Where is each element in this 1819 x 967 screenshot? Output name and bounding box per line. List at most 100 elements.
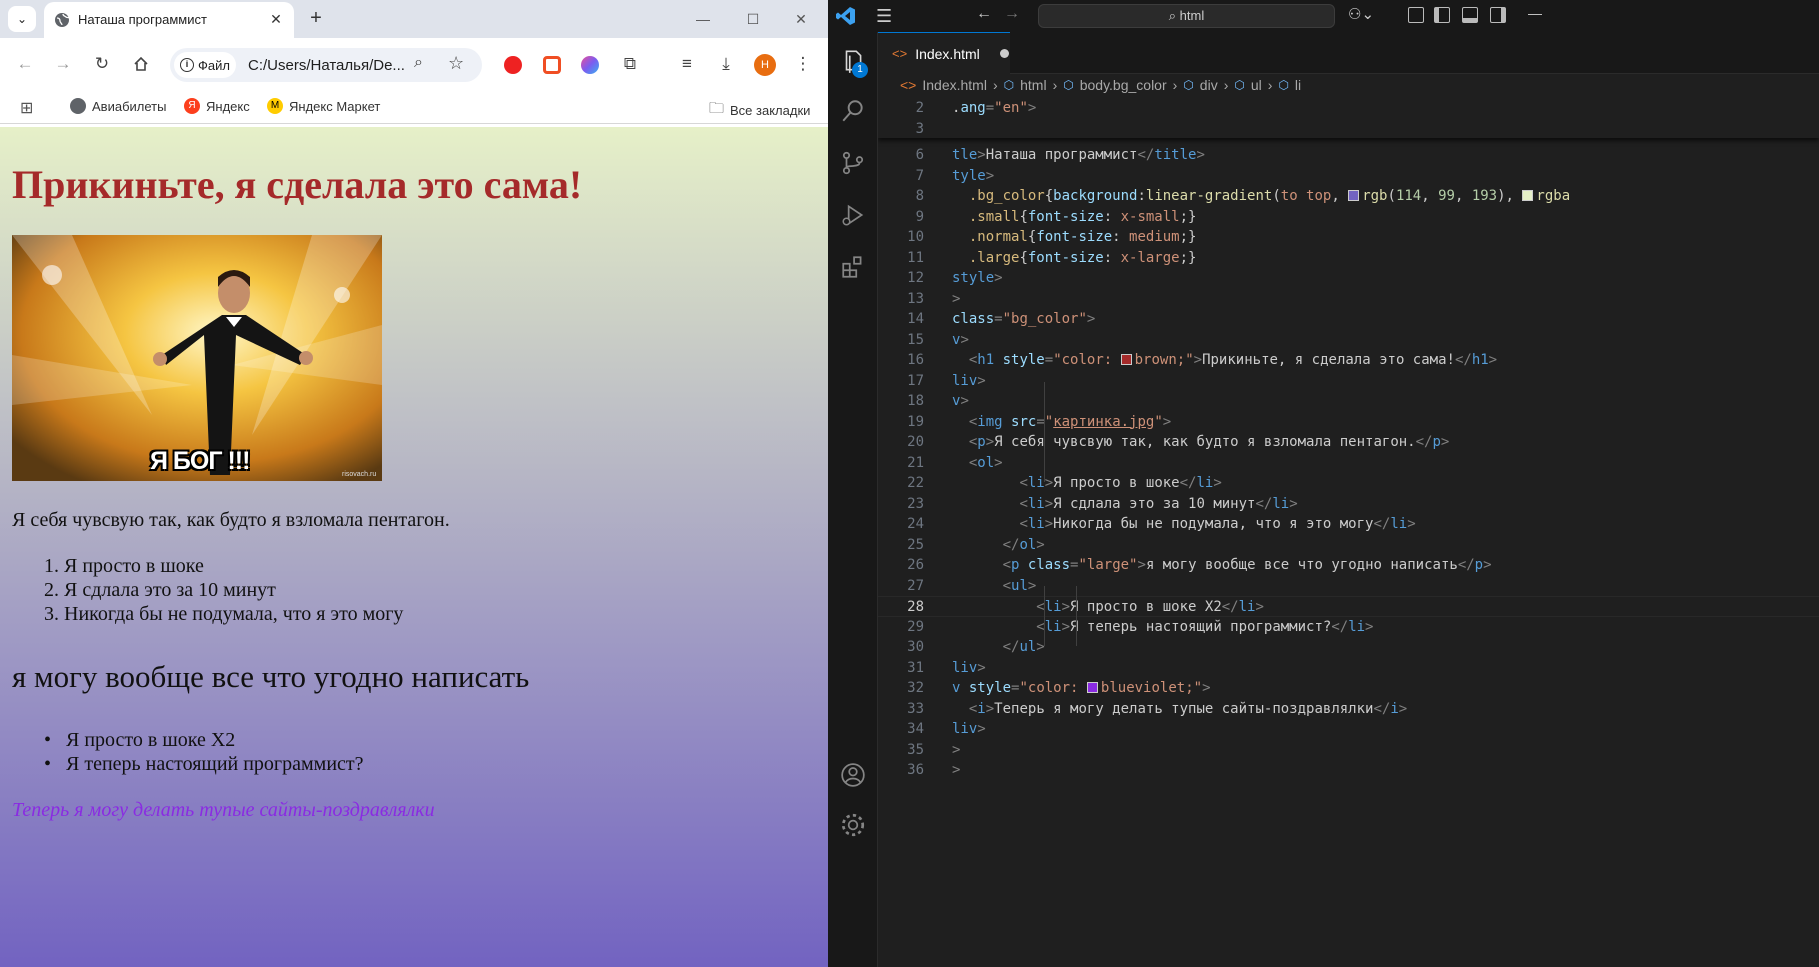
zoom-icon[interactable]: ⌕ <box>414 54 423 72</box>
code-line[interactable]: 26 <p class="large">я могу вообще все чт… <box>878 555 1819 576</box>
breadcrumb: <> Index.html › ⬡ html › ⬡ body.bg_color › ⬡ d… <box>900 77 1302 93</box>
code-line[interactable]: 25 </ol> <box>878 535 1819 556</box>
nav-forward-icon[interactable]: → <box>1004 5 1020 23</box>
code-line[interactable]: 33 <i>Теперь я могу делать тупые сайты-п… <box>878 699 1819 720</box>
code-line[interactable]: 31 liv> <box>878 658 1819 679</box>
code-line[interactable]: 13 > <box>878 289 1819 310</box>
code-line[interactable]: 27 <ul> <box>878 576 1819 597</box>
line-number: 13 <box>907 290 924 307</box>
forward-button[interactable]: → <box>49 50 77 78</box>
minimize-icon[interactable]: — <box>1528 5 1542 21</box>
code-line[interactable]: 30 </ul> <box>878 637 1819 658</box>
code-line[interactable]: 12 style> <box>878 268 1819 289</box>
browser-menu-button[interactable]: ⋮ <box>789 50 817 78</box>
code-line[interactable]: 11 .large{font-size: x-large;} <box>878 248 1819 269</box>
breadcrumb-item[interactable]: body.bg_color <box>1080 77 1167 93</box>
home-button[interactable] <box>127 50 155 78</box>
code-line[interactable]: 19 <img src="картинка.jpg"> <box>878 412 1819 433</box>
copilot-icon[interactable]: ⚇⌄ <box>1348 5 1374 23</box>
code-line[interactable]: 16 <h1 style="color: brown;">Прикиньте, … <box>878 350 1819 371</box>
close-window-button[interactable]: ✕ <box>786 8 816 30</box>
menu-icon[interactable]: ☰ <box>876 6 892 27</box>
code-line[interactable]: 17 liv> <box>878 371 1819 392</box>
minimize-button[interactable]: — <box>688 8 718 30</box>
code-line[interactable]: 34 liv> <box>878 719 1819 740</box>
apps-button[interactable]: ⊞ <box>20 98 33 118</box>
command-center-search[interactable]: ⌕ html <box>1038 4 1335 28</box>
code-line[interactable]: 24 <li>Никогда бы не подумала, что я это… <box>878 514 1819 535</box>
breadcrumb-item[interactable]: div <box>1200 77 1218 93</box>
search-icon[interactable] <box>840 98 866 124</box>
brain-extension-icon[interactable] <box>581 56 599 74</box>
code-line[interactable]: 32 v style="color: blueviolet;"> <box>878 678 1819 699</box>
code-line[interactable]: 15 v> <box>878 330 1819 351</box>
line-number: 36 <box>907 762 924 778</box>
line-number: 33 <box>907 700 924 717</box>
breadcrumb-item[interactable]: html <box>1020 77 1046 93</box>
customize-layout-icon[interactable] <box>1408 7 1424 23</box>
code-line[interactable]: 8 .bg_color{background:linear-gradient(t… <box>878 186 1819 207</box>
downloads-button[interactable]: ⤓ <box>712 50 740 78</box>
element-icon: ⬡ <box>1278 78 1289 92</box>
toggle-panel-icon[interactable] <box>1462 7 1478 23</box>
reload-button[interactable]: ↻ <box>88 50 116 78</box>
bookmark-yandex-market[interactable]: M Яндекс Маркет <box>267 98 380 114</box>
code-line[interactable]: 29 <li>Я теперь настоящий программист?</… <box>878 617 1819 638</box>
all-bookmarks-button[interactable]: 🗀 Все закладки <box>709 98 810 123</box>
bookmark-label: Яндекс Маркет <box>289 98 381 114</box>
run-debug-icon[interactable] <box>840 202 866 228</box>
code-text: <li>Я теперь настоящий программист?</li> <box>1036 618 1374 635</box>
bookmark-star-icon[interactable]: ☆ <box>448 53 464 74</box>
code-line[interactable]: 20 <p>Я себя чувсвую так, как будто я вз… <box>878 432 1819 453</box>
list-item-text: Никогда бы не подумала, что я это могу <box>64 603 404 625</box>
close-tab-icon[interactable]: ✕ <box>266 9 286 29</box>
breadcrumb-item[interactable]: ul <box>1251 77 1262 93</box>
code-line[interactable]: 9 .small{font-size: x-small;} <box>878 207 1819 228</box>
url-text[interactable]: C:/Users/Наталья/De... <box>248 57 405 74</box>
code-editor[interactable]: 2 .ang="en"> 3 6 tle>Наташа программист</tit… <box>878 96 1819 967</box>
settings-gear-icon[interactable] <box>840 812 866 838</box>
new-tab-button[interactable]: + <box>304 6 328 30</box>
address-bar[interactable]: i Файл C:/Users/Наталья/De... ⌕ ☆ <box>170 48 482 82</box>
code-text: > <box>952 290 961 307</box>
site-info-button[interactable]: i Файл <box>174 52 236 78</box>
maximize-button[interactable]: ☐ <box>738 8 768 30</box>
adblock-extension-icon[interactable] <box>504 56 522 74</box>
bookmark-yandex[interactable]: Я Яндекс <box>184 98 250 114</box>
code-line[interactable]: 36 > <box>878 760 1819 781</box>
code-line[interactable]: 18 v> <box>878 391 1819 412</box>
apps-grid-icon: ⊞ <box>20 100 34 117</box>
code-line[interactable]: 14 class="bg_color"> <box>878 309 1819 330</box>
code-text: liv> <box>952 721 986 737</box>
profile-avatar[interactable]: Н <box>754 54 776 76</box>
toggle-secondary-sidebar-icon[interactable] <box>1490 7 1506 23</box>
back-button[interactable]: ← <box>11 50 39 78</box>
code-line[interactable]: 6 tle>Наташа программист</title> <box>878 145 1819 166</box>
media-button[interactable]: ≡ <box>673 50 701 78</box>
account-icon[interactable] <box>840 762 866 788</box>
toggle-primary-sidebar-icon[interactable] <box>1434 7 1450 23</box>
extensions-icon[interactable] <box>840 254 866 280</box>
screenshot-extension-icon[interactable] <box>543 56 561 74</box>
browser-tab[interactable]: Наташа программист ✕ <box>44 2 294 38</box>
nav-back-icon[interactable]: ← <box>976 5 992 23</box>
tab-search-button[interactable]: ⌄ <box>8 6 36 32</box>
code-line[interactable]: 22 <li>Я просто в шоке</li> <box>878 473 1819 494</box>
code-line[interactable]: 2 .ang="en"> <box>878 98 1819 119</box>
breadcrumb-item[interactable]: Index.html <box>922 77 987 93</box>
code-line[interactable]: 21 <ol> <box>878 453 1819 474</box>
code-line[interactable]: 28 <li>Я просто в шоке Х2</li> <box>878 596 1819 617</box>
code-line[interactable]: 35 > <box>878 740 1819 761</box>
code-line[interactable]: 10 .normal{font-size: medium;} <box>878 227 1819 248</box>
line-number: 11 <box>907 249 924 266</box>
code-line[interactable]: 23 <li>Я сдлала это за 10 минут</li> <box>878 494 1819 515</box>
breadcrumb-item[interactable]: li <box>1295 77 1301 93</box>
source-control-icon[interactable] <box>840 150 866 176</box>
unsaved-dot-icon[interactable] <box>999 49 1009 58</box>
bookmark-aviabilety[interactable]: Авиабилеты <box>70 98 166 114</box>
extensions-button[interactable]: ⧉ <box>616 50 644 78</box>
editor-tab-index-html[interactable]: <> Index.html <box>878 32 1010 74</box>
editor-tabs: <> Index.html <box>878 32 1819 74</box>
code-line[interactable]: 3 <box>878 119 1819 140</box>
code-line[interactable]: 7 tyle> <box>878 166 1819 187</box>
